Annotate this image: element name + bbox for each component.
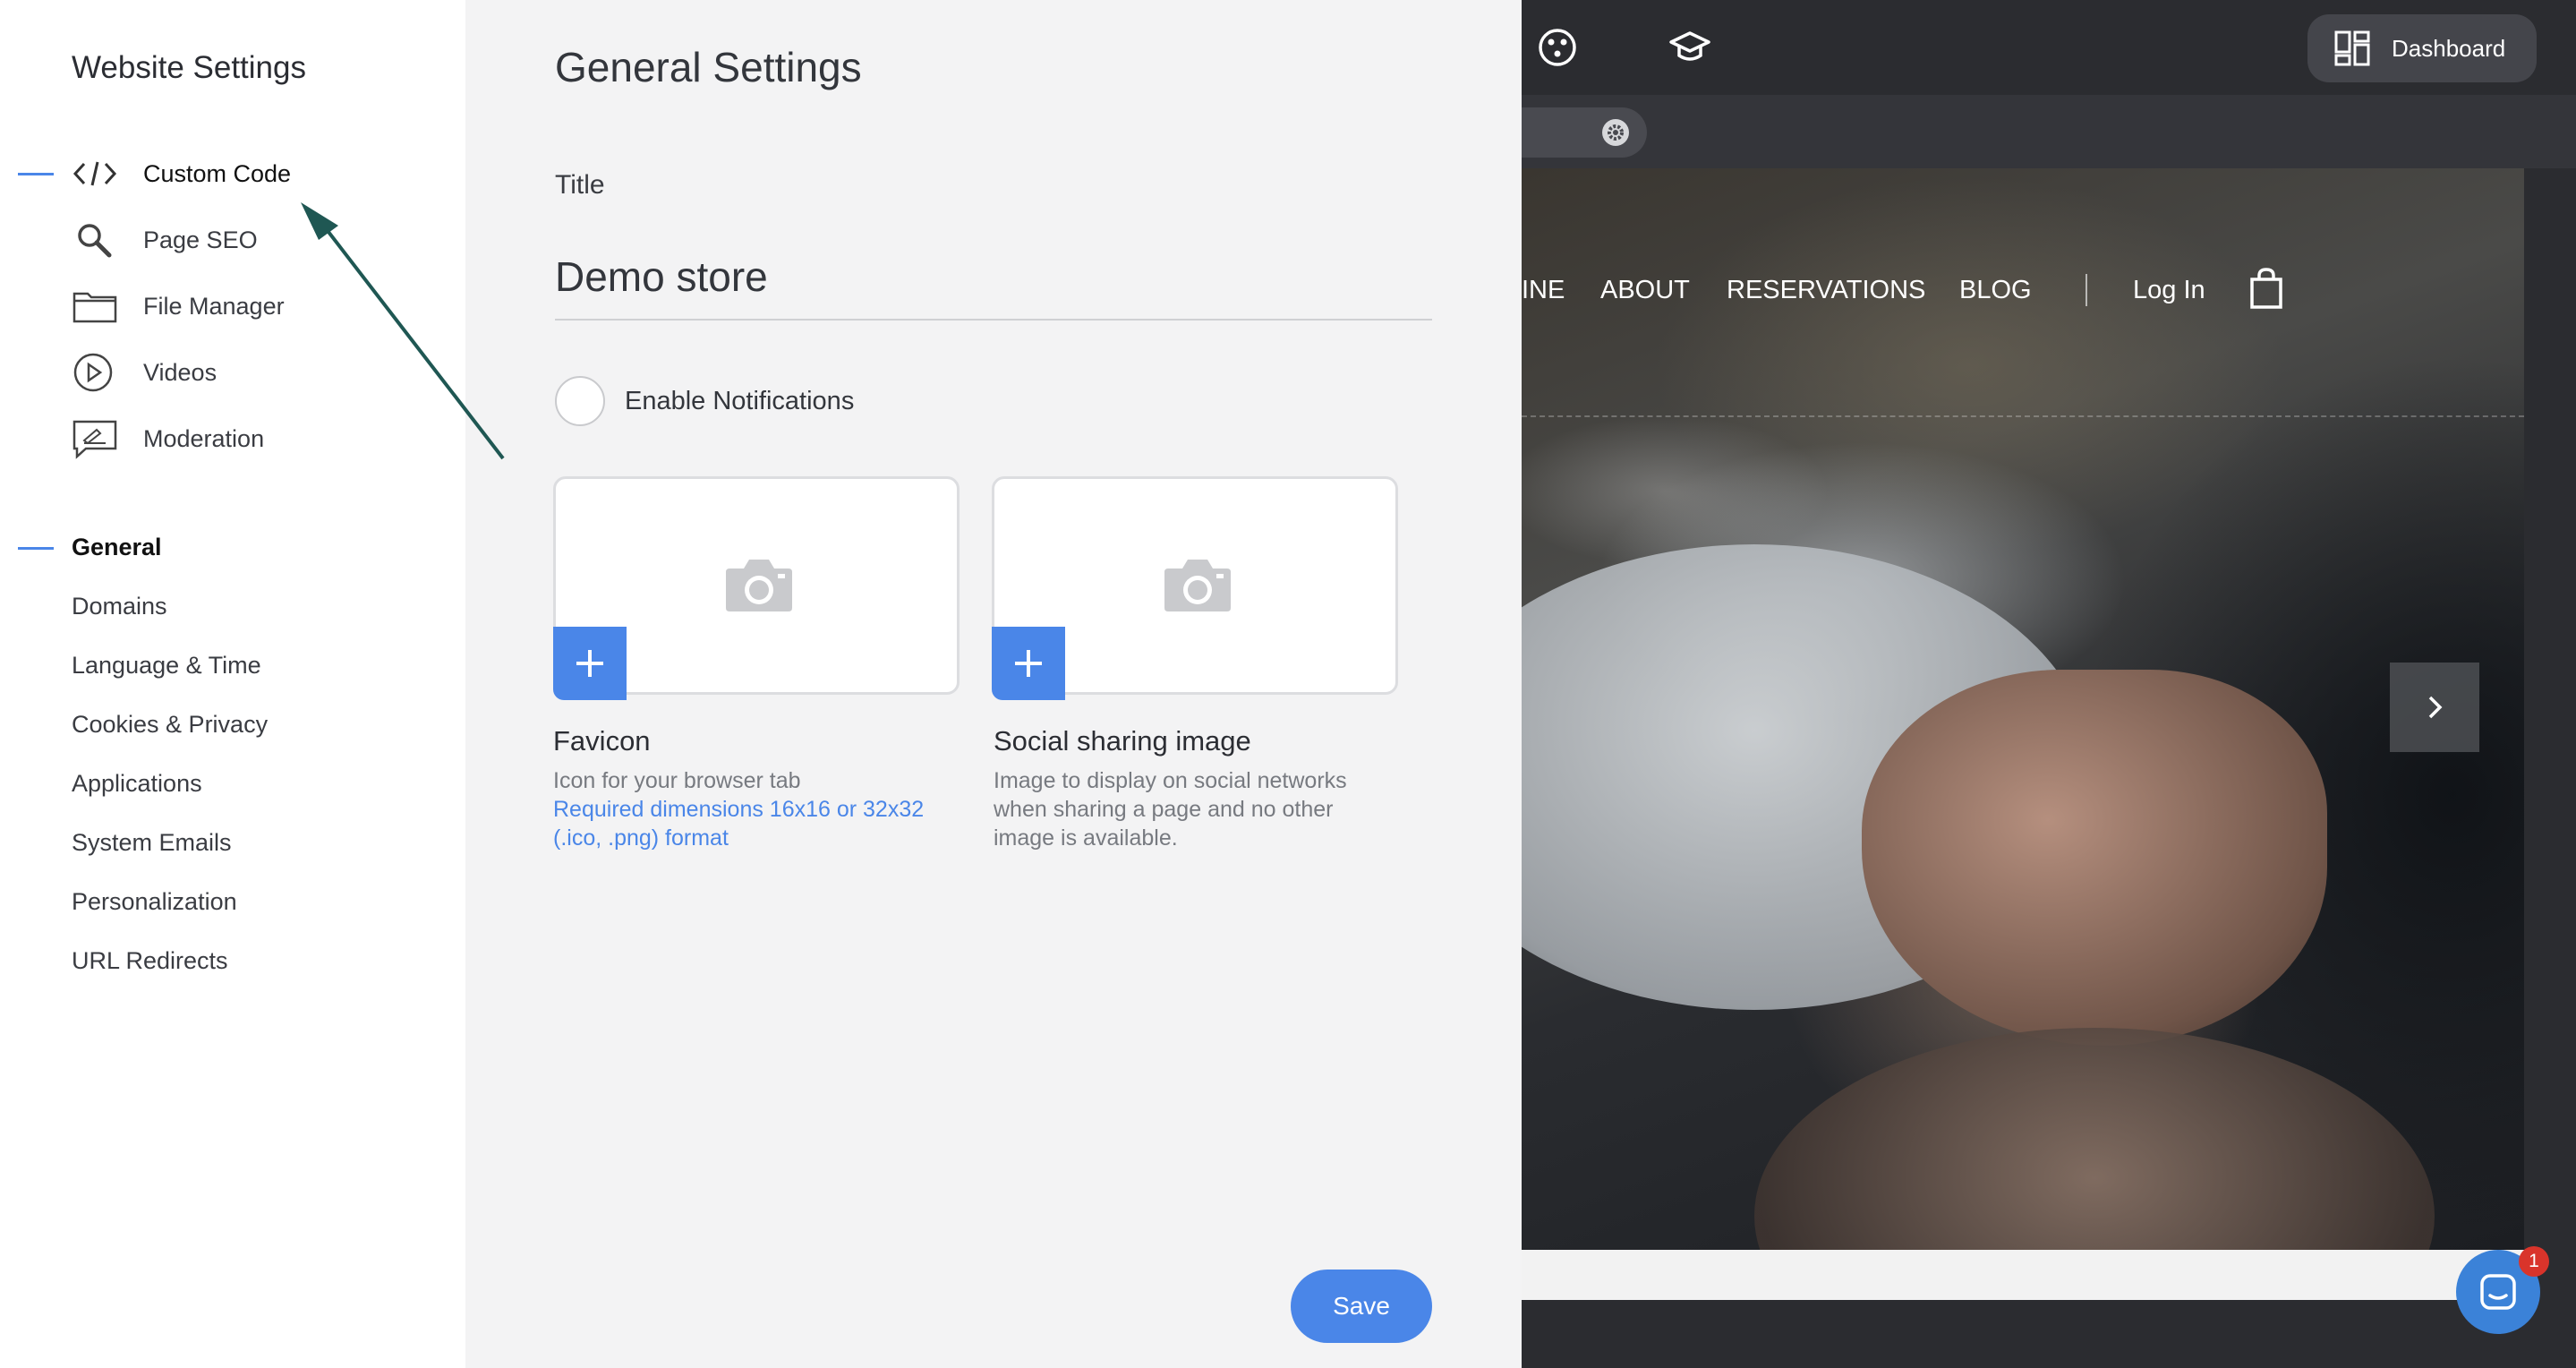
dashboard-label: Dashboard: [2392, 34, 2506, 62]
site-nav-ine[interactable]: INE: [1522, 276, 1565, 305]
sidebar-item-applications[interactable]: Applications: [72, 770, 202, 798]
hero-divider: [1522, 415, 2524, 417]
favicon-desc-text: Icon for your browser tab: [553, 768, 801, 793]
hero-arm: [1754, 1028, 2435, 1250]
add-favicon-button[interactable]: [553, 627, 627, 700]
sidebar-item-language-time[interactable]: Language & Time: [72, 652, 261, 680]
gear-icon[interactable]: [1599, 116, 1632, 149]
plus-icon: [576, 650, 603, 677]
site-preview: Dashboard INE ABOUT RESERVATIONS BLOG Lo…: [1522, 0, 2576, 1368]
notifications-radio[interactable]: [555, 376, 605, 426]
social-image-title: Social sharing image: [994, 725, 1251, 757]
sidebar-item-page-seo[interactable]: Page SEO: [72, 218, 258, 262]
editor-subbar: [1522, 95, 2576, 168]
sidebar-item-file-manager[interactable]: File Manager: [72, 284, 285, 329]
add-social-image-button[interactable]: [992, 627, 1065, 700]
dashboard-button[interactable]: Dashboard: [2307, 14, 2537, 82]
search-icon: [72, 218, 125, 262]
social-image-upload-card[interactable]: [992, 476, 1398, 700]
sidebar-item-url-redirects[interactable]: URL Redirects: [72, 947, 228, 975]
page-title: General Settings: [555, 44, 862, 90]
sidebar-item-label: Page SEO: [143, 226, 258, 253]
notifications-label: Enable Notifications: [625, 386, 855, 415]
site-nav-blog[interactable]: BLOG: [1959, 276, 2032, 305]
title-input[interactable]: [555, 235, 1432, 321]
active-marker-general: [18, 547, 54, 550]
camera-icon: [1164, 560, 1231, 611]
favicon-upload-card[interactable]: [553, 476, 960, 700]
slider-next-button[interactable]: [2390, 663, 2479, 752]
sidebar-item-system-emails[interactable]: System Emails: [72, 829, 232, 857]
sidebar-item-moderation[interactable]: Moderation: [72, 416, 264, 461]
sidebar-item-domains[interactable]: Domains: [72, 593, 167, 620]
sidebar-item-label: Custom Code: [143, 159, 292, 187]
social-image-description: Image to display on social networks when…: [994, 768, 1347, 851]
site-nav-reservations[interactable]: RESERVATIONS: [1727, 276, 1925, 305]
code-icon: [72, 151, 125, 196]
hero-hand: [1862, 670, 2327, 1046]
nav-separator: [2086, 274, 2087, 306]
palette-icon[interactable]: [1537, 27, 1578, 68]
general-settings-panel: General Settings Title Enable Notificati…: [465, 0, 1522, 1368]
graduation-cap-icon[interactable]: [1669, 27, 1710, 68]
moderation-icon: [72, 416, 125, 461]
site-nav-about[interactable]: ABOUT: [1600, 276, 1690, 305]
sidebar-item-custom-code[interactable]: Custom Code: [72, 151, 291, 196]
preview-bottom-strip: [1522, 1250, 2524, 1300]
chat-icon: [2480, 1274, 2516, 1310]
enable-notifications-toggle[interactable]: Enable Notifications: [555, 376, 854, 426]
sidebar-item-cookies-privacy[interactable]: Cookies & Privacy: [72, 711, 268, 739]
sidebar-item-personalization[interactable]: Personalization: [72, 888, 237, 916]
hero-image: [1522, 168, 2524, 1250]
site-login-link[interactable]: Log In: [2133, 276, 2205, 305]
favicon-title: Favicon: [553, 725, 651, 757]
shopping-bag-icon[interactable]: [2248, 267, 2284, 310]
save-button[interactable]: Save: [1291, 1270, 1432, 1343]
sidebar-title: Website Settings: [72, 50, 306, 85]
title-label: Title: [555, 170, 605, 200]
chevron-right-icon: [2428, 696, 2443, 719]
settings-sidebar: Website Settings Custom Code Page SEO Fi…: [0, 0, 465, 1368]
sidebar-item-label: Videos: [143, 358, 218, 386]
dashboard-icon: [2334, 30, 2370, 66]
chat-notification-badge: 1: [2519, 1246, 2549, 1277]
favicon-description: Icon for your browser tab Required dimen…: [553, 766, 956, 852]
camera-icon: [726, 560, 792, 611]
sidebar-item-label: Moderation: [143, 424, 265, 452]
play-icon: [72, 350, 125, 395]
sidebar-item-videos[interactable]: Videos: [72, 350, 217, 395]
plus-icon: [1015, 650, 1042, 677]
sidebar-item-general[interactable]: General: [72, 534, 162, 561]
editor-topbar: Dashboard: [1522, 0, 2576, 95]
favicon-requirement: Required dimensions 16x16 or 32x32 (.ico…: [553, 797, 925, 851]
sidebar-item-label: File Manager: [143, 292, 285, 320]
folder-icon: [72, 284, 125, 329]
active-marker-custom-code: [18, 173, 54, 175]
